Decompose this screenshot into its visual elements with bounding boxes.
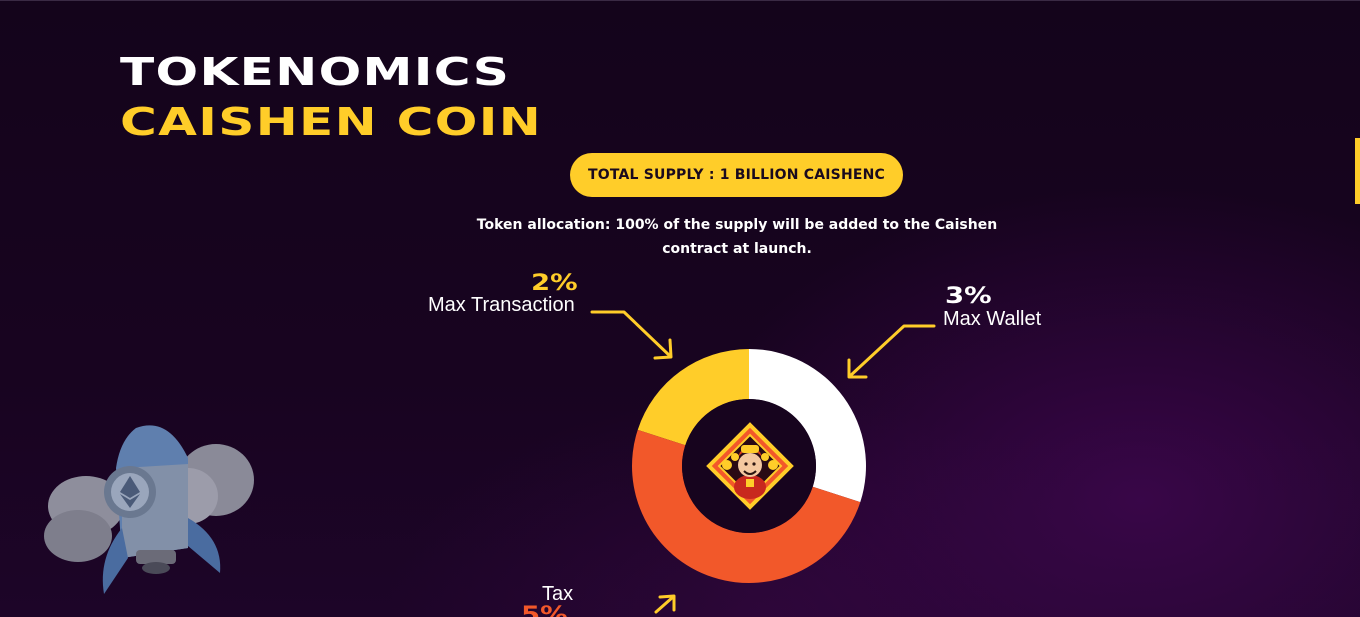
top-divider	[0, 0, 1360, 1]
max-transaction-label: Max Transaction	[428, 294, 575, 316]
max-wallet-percent: 3%	[945, 284, 992, 309]
page-title: TOKENOMICS	[120, 50, 511, 94]
allocation-description: Token allocation: 100% of the supply wil…	[476, 217, 998, 257]
max-transaction-percent: 2%	[531, 271, 578, 296]
tax-percent: 5%	[521, 603, 568, 617]
total-supply-badge: TOTAL SUPPLY : 1 BILLION CAISHENC	[570, 153, 903, 197]
scrollbar-thumb[interactable]	[1355, 138, 1360, 204]
caishen-mascot-icon	[706, 422, 794, 510]
max-wallet-label: Max Wallet	[943, 308, 1042, 330]
ethereum-rocket-icon	[44, 425, 254, 594]
page-subtitle: CAISHEN COIN	[120, 100, 543, 144]
